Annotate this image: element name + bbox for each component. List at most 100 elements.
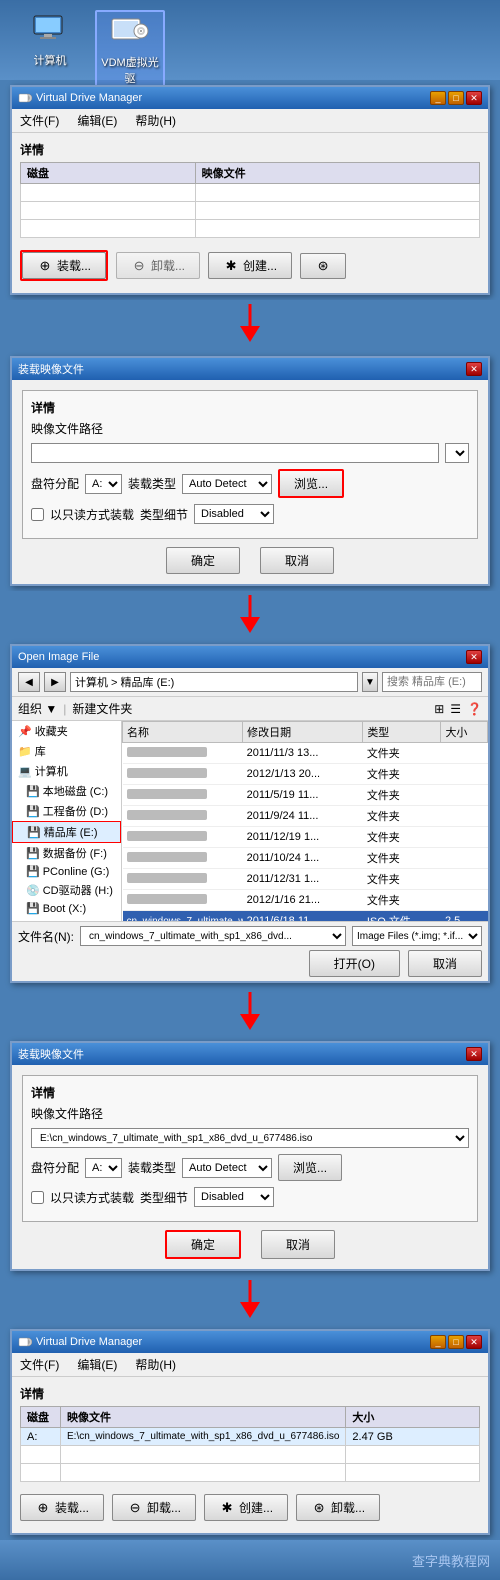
drive-c-icon: 💾	[26, 785, 40, 798]
readonly-label-1: 以只读方式装载	[50, 506, 134, 523]
vdm-table-2: 磁盘 映像文件 大小 A: E:\cn_windows_7_ultimate_w…	[20, 1406, 480, 1482]
titlebar-text-vdm1: Virtual Drive Manager	[36, 92, 142, 104]
ok-btn-2[interactable]: 确定	[165, 1230, 241, 1259]
extra-btn-2[interactable]: ⊛ 卸载...	[296, 1494, 380, 1521]
dialog-btns-2: 确定 取消	[22, 1230, 478, 1259]
sidebar-drive-x[interactable]: 💾 Boot (X:)	[12, 900, 121, 917]
new-folder-btn[interactable]: 新建文件夹	[72, 700, 132, 717]
close-btn-load2[interactable]: ✕	[466, 1047, 482, 1061]
titlebar-load1-left: 装载映像文件	[18, 361, 84, 377]
menu-file-2[interactable]: 文件(F)	[16, 1355, 63, 1374]
view-icon-2[interactable]: ☰	[450, 702, 461, 716]
drive-select-1[interactable]: A:	[85, 474, 122, 494]
organize-btn[interactable]: 组织 ▼	[18, 700, 57, 717]
type-select-1[interactable]: Auto Detect	[182, 474, 272, 494]
unload-btn-2[interactable]: ⊖ 卸载...	[112, 1494, 196, 1521]
ok-btn-1[interactable]: 确定	[166, 547, 240, 574]
filename-label: 文件名(N):	[18, 928, 74, 945]
menu-edit-2[interactable]: 编辑(E)	[73, 1355, 121, 1374]
close-btn-vdm2[interactable]: ✕	[466, 1335, 482, 1349]
file-row-1[interactable]: 2012/1/13 20... 文件夹	[123, 764, 488, 785]
browse-btn-2[interactable]: 浏览...	[278, 1154, 342, 1181]
view-icon-1[interactable]: ⊞	[434, 702, 444, 716]
file-size-1	[441, 764, 488, 785]
sidebar-local-c[interactable]: 💾 本地磁盘 (C:)	[12, 781, 121, 801]
path-input-1[interactable]	[31, 443, 439, 463]
readonly-check-2[interactable]	[31, 1191, 44, 1204]
view-icon-3[interactable]: ❓	[467, 702, 482, 716]
sidebar-drive-e[interactable]: 💾 精品库 (E:)	[12, 821, 121, 843]
file-row-2[interactable]: 2011/5/19 11... 文件夹	[123, 785, 488, 806]
titlebar-vdm2-left: Virtual Drive Manager	[18, 1335, 142, 1349]
filename-input[interactable]: cn_windows_7_ultimate_with_sp1_x86_dvd..…	[80, 926, 346, 946]
file-size-6	[441, 869, 488, 890]
vdm-icon[interactable]: VDM虚拟光驱	[95, 10, 165, 88]
create-btn-2[interactable]: ✱ 创建...	[204, 1494, 288, 1521]
filetype-select[interactable]: Image Files (*.img; *.if...	[352, 926, 482, 946]
path-dropdown-1[interactable]	[445, 443, 469, 463]
drive-select-2[interactable]: A:	[85, 1158, 122, 1178]
file-row-3[interactable]: 2011/9/24 11... 文件夹	[123, 806, 488, 827]
file-row-6[interactable]: 2011/12/31 1... 文件夹	[123, 869, 488, 890]
computer-icon-img	[30, 10, 70, 50]
detail-select-2[interactable]: Disabled	[194, 1187, 274, 1207]
file-row-7[interactable]: 2012/1/16 21... 文件夹	[123, 890, 488, 911]
titlebar-text-load2: 装载映像文件	[18, 1046, 84, 1062]
forward-btn[interactable]: ▶	[44, 672, 66, 692]
close-btn-1[interactable]: ✕	[466, 91, 482, 105]
sidebar-drive-f[interactable]: 💾 数据备份 (F:)	[12, 843, 121, 863]
search-input[interactable]	[382, 672, 482, 692]
file-name-6	[123, 869, 243, 890]
sidebar-favorites[interactable]: 📌 收藏夹	[12, 721, 121, 741]
table-row-empty-final	[21, 1446, 480, 1464]
load-btn-1[interactable]: ⊕ 装载...	[22, 252, 106, 279]
detail-select-1[interactable]: Disabled	[194, 504, 274, 524]
titlebar-text-load1: 装载映像文件	[18, 361, 84, 377]
file-row-5[interactable]: 2011/10/24 1... 文件夹	[123, 848, 488, 869]
cancel-btn-2[interactable]: 取消	[261, 1230, 335, 1259]
path-display[interactable]: 计算机 > 精品库 (E:)	[70, 672, 358, 692]
maximize-btn-1[interactable]: □	[448, 91, 464, 105]
drive-d-icon: 💾	[26, 805, 40, 818]
minimize-btn-1[interactable]: _	[430, 91, 446, 105]
sidebar-drive-h[interactable]: 💿 CD驱动器 (H:)	[12, 880, 121, 900]
type-select-2[interactable]: Auto Detect	[182, 1158, 272, 1178]
menu-help-2[interactable]: 帮助(H)	[131, 1355, 180, 1374]
col-type: 类型	[363, 722, 441, 743]
load-btn-2[interactable]: ⊕ 装载...	[20, 1494, 104, 1521]
menu-file-1[interactable]: 文件(F)	[16, 111, 63, 130]
computer-icon[interactable]: 计算机	[15, 10, 85, 68]
file-row-8[interactable]: cn_windows_7_ultimate_with_sp1_x... 2011…	[123, 911, 488, 922]
create-btn-1[interactable]: ✱ 创建...	[208, 252, 292, 279]
close-btn-load1[interactable]: ✕	[466, 362, 482, 376]
close-btn-open[interactable]: ✕	[466, 650, 482, 664]
menu-edit-1[interactable]: 编辑(E)	[73, 111, 121, 130]
unload-btn-1[interactable]: ⊖ 卸载...	[116, 252, 200, 279]
table-row-final[interactable]: A: E:\cn_windows_7_ultimate_with_sp1_x86…	[21, 1428, 480, 1446]
path-dropdown-btn[interactable]: ▼	[362, 672, 378, 692]
drive-x-icon: 💾	[26, 902, 40, 915]
load-dialog-content-2: 详情 映像文件路径 E:\cn_windows_7_ultimate_with_…	[12, 1065, 488, 1269]
back-btn[interactable]: ◀	[18, 672, 40, 692]
minimize-btn-2[interactable]: _	[430, 1335, 446, 1349]
menu-help-1[interactable]: 帮助(H)	[131, 111, 180, 130]
file-date-0: 2011/11/3 13...	[243, 743, 363, 764]
file-date-5: 2011/10/24 1...	[243, 848, 363, 869]
restore-btn-2[interactable]: □	[448, 1335, 464, 1349]
browse-btn-1[interactable]: 浏览...	[278, 469, 344, 498]
col-name: 名称	[123, 722, 243, 743]
file-row-0[interactable]: 2011/11/3 13... 文件夹	[123, 743, 488, 764]
readonly-check-1[interactable]	[31, 508, 44, 521]
sidebar-computer[interactable]: 💻 计算机	[12, 761, 121, 781]
sidebar-drive-d[interactable]: 💾 工程备份 (D:)	[12, 801, 121, 821]
sidebar-library[interactable]: 📁 库	[12, 741, 121, 761]
cancel-btn-open[interactable]: 取消	[408, 950, 482, 977]
file-row-4[interactable]: 2011/12/19 1... 文件夹	[123, 827, 488, 848]
cancel-btn-1[interactable]: 取消	[260, 547, 334, 574]
path-select-2[interactable]: E:\cn_windows_7_ultimate_with_sp1_x86_dv…	[31, 1128, 469, 1148]
extra-btn-1[interactable]: ⊛	[300, 253, 346, 279]
open-btn[interactable]: 打开(O)	[309, 950, 400, 977]
sidebar-drive-g[interactable]: 💾 PConline (G:)	[12, 863, 121, 880]
vdm-content-2: 详情 磁盘 映像文件 大小 A: E:\cn_windows_7_ultimat…	[12, 1377, 488, 1533]
table-row-empty-3	[21, 220, 480, 238]
